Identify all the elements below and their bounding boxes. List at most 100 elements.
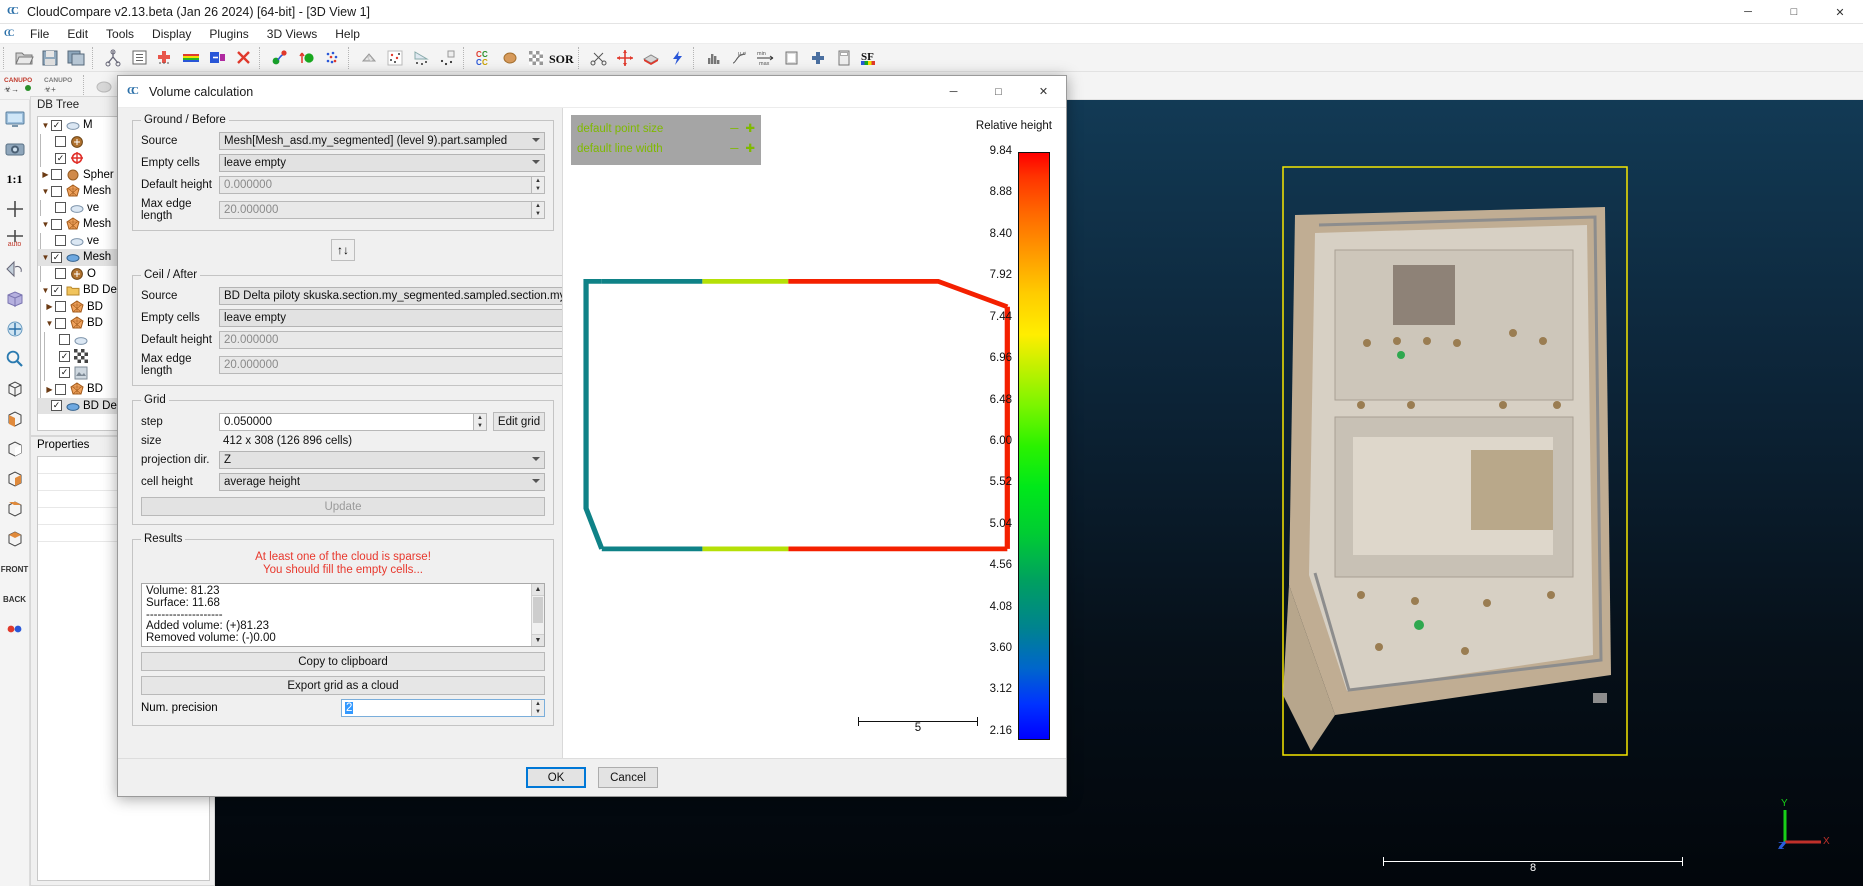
chevron-down-icon[interactable]: ▼ [44, 319, 55, 328]
grid-cell-height-combo[interactable]: average height [219, 473, 545, 491]
num-precision-input[interactable]: 2 ▲▼ [341, 699, 545, 717]
cc-cc-icon[interactable]: CCCC [471, 45, 497, 71]
pick-center-icon[interactable] [1, 194, 29, 224]
spinner-down-icon[interactable]: ▼ [531, 708, 544, 716]
view-global-icon[interactable] [1, 374, 29, 404]
segment-icon[interactable] [408, 45, 434, 71]
scroll-down-icon[interactable]: ▼ [532, 634, 544, 646]
scalar-field-icon[interactable] [319, 45, 345, 71]
save-icon[interactable] [37, 45, 63, 71]
chevron-down-icon[interactable]: ▼ [40, 253, 51, 262]
db-tree-checkbox[interactable]: ✓ [55, 153, 66, 164]
ground-default-height-input[interactable]: 0.000000 ▲▼ [219, 176, 545, 194]
minimize-button[interactable]: ─ [1725, 0, 1771, 24]
chevron-down-icon[interactable]: ▼ [40, 220, 51, 229]
properties-list-icon[interactable] [126, 45, 152, 71]
db-tree-checkbox[interactable] [55, 268, 66, 279]
db-tree-checkbox[interactable]: ✓ [51, 400, 62, 411]
db-tree-checkbox[interactable] [55, 202, 66, 213]
menu-item-tools[interactable]: Tools [97, 25, 143, 43]
calculator-icon[interactable] [831, 45, 857, 71]
menu-item-plugins[interactable]: Plugins [200, 25, 257, 43]
menu-item-file[interactable]: File [21, 25, 58, 43]
chevron-right-icon[interactable]: ▶ [44, 385, 55, 394]
chevron-down-icon[interactable]: ▼ [40, 286, 51, 295]
dialog-minimize-button[interactable]: ─ [931, 76, 976, 108]
view-back-icon[interactable] [1, 434, 29, 464]
edit-grid-button[interactable]: Edit grid [493, 412, 545, 431]
db-tree-checkbox[interactable] [51, 169, 62, 180]
ok-button[interactable]: OK [526, 767, 586, 788]
db-tree-checkbox[interactable]: ✓ [59, 351, 70, 362]
spinner-up-icon[interactable]: ▲ [531, 700, 544, 708]
lightning-icon[interactable] [664, 45, 690, 71]
minmax-icon[interactable]: minmax [753, 45, 779, 71]
chevron-right-icon[interactable]: ▶ [40, 170, 51, 179]
delete-icon[interactable] [230, 45, 256, 71]
export-grid-button[interactable]: Export grid as a cloud [141, 676, 545, 695]
update-button[interactable]: Update [141, 497, 545, 516]
colorpick-icon[interactable] [1, 614, 29, 644]
canupo-classify-icon[interactable]: CANUPO☣+ [40, 73, 80, 99]
menu-item-edit[interactable]: Edit [58, 25, 97, 43]
cloud-grey-icon[interactable] [356, 45, 382, 71]
open-file-icon[interactable] [11, 45, 37, 71]
canupo-train-icon[interactable]: CANUPO☣→ [0, 73, 40, 99]
spinner-up-icon[interactable]: ▲ [531, 202, 544, 210]
normals-icon[interactable] [267, 45, 293, 71]
volume-preview-pane[interactable]: default point size ─ ✚ default line widt… [562, 108, 1066, 758]
chevron-down-icon[interactable]: ▼ [40, 121, 51, 130]
cloud-a-icon[interactable] [91, 73, 117, 99]
chevron-right-icon[interactable]: ▶ [44, 302, 55, 311]
menu-item-3d-views[interactable]: 3D Views [258, 25, 326, 43]
db-tree-checkbox[interactable]: ✓ [51, 285, 62, 296]
enter-icon[interactable] [204, 45, 230, 71]
menu-item-help[interactable]: Help [326, 25, 369, 43]
db-tree-checkbox[interactable] [55, 318, 66, 329]
scissors-icon[interactable] [586, 45, 612, 71]
spinner-down-icon[interactable]: ▼ [531, 185, 544, 193]
ground-empty-cells-combo[interactable]: leave empty [219, 154, 545, 172]
stats-icon[interactable]: μ,σ [727, 45, 753, 71]
db-tree-checkbox[interactable] [55, 301, 66, 312]
db-tree-checkbox[interactable] [51, 219, 62, 230]
close-button[interactable]: ✕ [1817, 0, 1863, 24]
db-tree-checkbox[interactable] [51, 186, 62, 197]
pick-auto-icon[interactable]: auto [1, 224, 29, 254]
chevron-down-icon[interactable]: ▼ [40, 187, 51, 196]
db-tree-checkbox[interactable] [59, 334, 70, 345]
checker-icon[interactable] [523, 45, 549, 71]
db-tree-checkbox[interactable] [55, 136, 66, 147]
scrollbar-thumb[interactable] [533, 597, 543, 623]
arrow-up-icon[interactable] [293, 45, 319, 71]
db-tree-checkbox[interactable]: ✓ [59, 367, 70, 378]
volume-calculation-dialog[interactable]: CC Volume calculation ─ □ ✕ Ground / Bef… [117, 75, 1067, 797]
spinner-up-icon[interactable]: ▲ [531, 177, 544, 185]
db-tree-checkbox[interactable] [55, 384, 66, 395]
results-scrollbar[interactable]: ▲ ▼ [531, 584, 544, 646]
spinner-down-icon[interactable]: ▼ [473, 422, 486, 430]
clone-icon[interactable] [100, 45, 126, 71]
cube-display-icon[interactable] [1, 284, 29, 314]
spinner-down-icon[interactable]: ▼ [531, 210, 544, 218]
maximize-button[interactable]: □ [1771, 0, 1817, 24]
save-all-icon[interactable] [63, 45, 89, 71]
dialog-maximize-button[interactable]: □ [976, 76, 1021, 108]
delete-sf-icon[interactable] [779, 45, 805, 71]
one-to-one-icon[interactable]: 1:1 [1, 164, 29, 194]
dialog-close-button[interactable]: ✕ [1021, 76, 1066, 108]
add-point-icon[interactable] [152, 45, 178, 71]
swap-ground-ceil-button[interactable]: ↑↓ [331, 239, 355, 261]
db-tree-checkbox[interactable] [55, 235, 66, 246]
cancel-button[interactable]: Cancel [598, 767, 658, 788]
db-tree-checkbox[interactable]: ✓ [51, 120, 62, 131]
subsample-icon[interactable] [382, 45, 408, 71]
view-top-icon[interactable] [1, 524, 29, 554]
sor-icon[interactable]: SOR [549, 45, 575, 71]
db-tree-checkbox[interactable]: ✓ [51, 252, 62, 263]
back-label-icon[interactable]: BACK [1, 584, 29, 614]
plus-icon[interactable] [805, 45, 831, 71]
ground-source-combo[interactable]: Mesh[Mesh_asd.my_segmented] (level 9).pa… [219, 132, 545, 150]
spinner-up-icon[interactable]: ▲ [473, 414, 486, 422]
view-front-icon[interactable] [1, 404, 29, 434]
